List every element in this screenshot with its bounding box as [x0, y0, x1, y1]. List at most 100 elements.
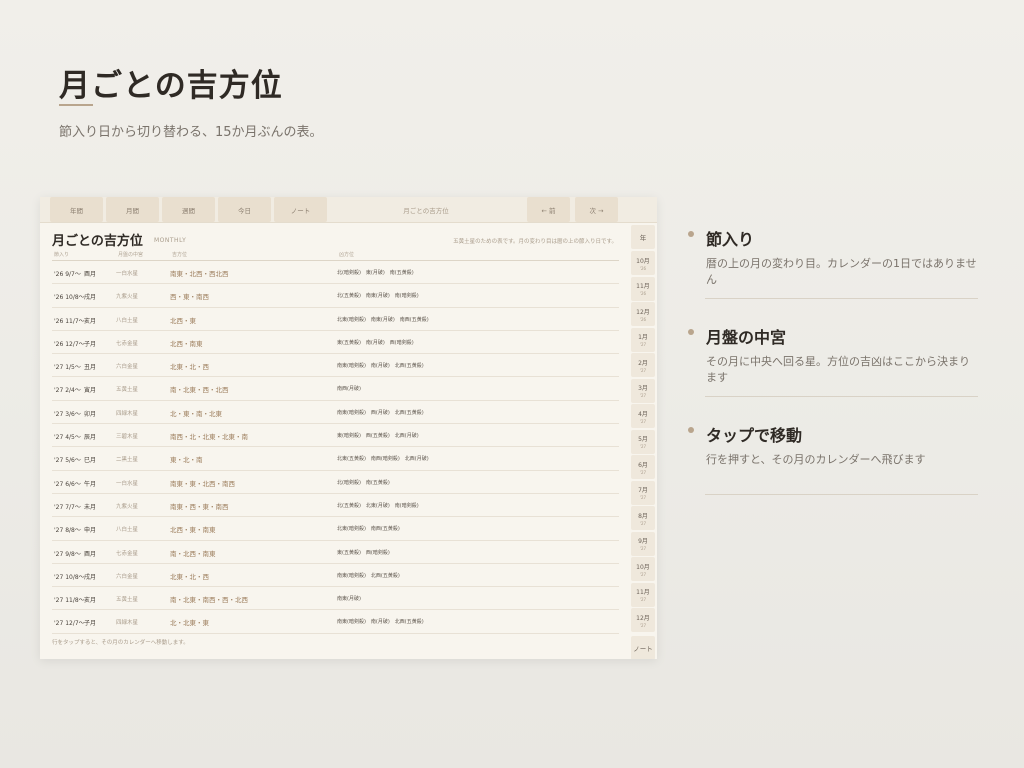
- rail-tab-year: '27: [639, 546, 647, 551]
- info-divider: [705, 494, 978, 495]
- table-row[interactable]: '27 11/8〜 五黄土星 南・北東・南西・西・北西 南東(月破) 亥月: [52, 587, 619, 611]
- info-divider: [705, 396, 978, 397]
- row-star: 七赤金星: [116, 340, 139, 347]
- info-body: 行を押すと、その月のカレンダーへ飛びます: [706, 453, 926, 466]
- rail-tab-year: '27: [639, 571, 647, 577]
- table-row[interactable]: '27 12/7〜 四緑木星 北・北東・東 南東(暗剣殺) 南(月破) 北西(五黄殺)…: [52, 610, 619, 634]
- rail-tab-month[interactable]: 2月 '27: [631, 353, 655, 377]
- row-date: '27 8/8〜: [54, 527, 81, 535]
- row-star: 七赤金星: [116, 550, 139, 557]
- app-window: 年間 月間 週間 今日 ノート 月ごとの吉方位 ← 前 次 → 月ごとの吉方位 …: [40, 197, 657, 659]
- table-row[interactable]: '27 10/8〜 六白金星 北東・北・西 南東(暗剣殺) 北西(五黄殺) 戌月: [52, 564, 619, 588]
- rail-tab-year: '27: [639, 418, 647, 424]
- row-date: '26 11/7〜: [54, 317, 85, 325]
- rail-tab-year: '27: [639, 342, 647, 347]
- row-bad-directions: 北(五黄殺) 北東(月破) 南(暗剣殺): [337, 502, 419, 509]
- rail-tab-month[interactable]: 10月 '26: [631, 251, 655, 275]
- row-bad-directions: 北(五黄殺) 南東(月破) 南(暗剣殺): [337, 293, 419, 300]
- rail-tab-label: 5月: [638, 436, 648, 443]
- rail-tab-year: '27: [639, 597, 647, 602]
- table-row[interactable]: '27 2/4〜 五黄土星 南・北東・西・北西 南西(月破) 寅月: [52, 377, 619, 401]
- rail-tab-year: '27: [639, 520, 647, 526]
- rail-tab-month[interactable]: 12月 '26: [631, 302, 655, 326]
- rail-tab-year-view[interactable]: 年: [631, 225, 655, 249]
- rail-tab-month[interactable]: 11月 '27: [631, 582, 655, 607]
- rail-tab-year: '26: [639, 291, 647, 296]
- row-star: 六白金星: [116, 364, 139, 371]
- rail-tab-month[interactable]: 8月 '27: [631, 506, 655, 530]
- prev-button[interactable]: ← 前: [527, 197, 570, 222]
- row-bad-directions: 北(暗剣殺) 南(五黄殺): [337, 479, 390, 486]
- table-row[interactable]: '27 5/6〜 二黒土星 東・北・南 北東(五黄殺) 南西(暗剣殺) 北西(月破) 巳…: [52, 447, 619, 471]
- rail-tab-month[interactable]: 3月 '27: [631, 378, 655, 403]
- bullet-dot-icon: [688, 231, 694, 237]
- row-date: '27 9/8〜: [54, 550, 81, 558]
- info-item: 月盤の中宮 その月に中央へ回る星。方位の吉凶はここから決まります: [688, 324, 978, 386]
- tab-today[interactable]: 今日: [218, 197, 271, 222]
- row-star: 四緑木星: [116, 410, 139, 417]
- info-title-text: 月盤の中宮: [706, 328, 787, 347]
- table-row[interactable]: '27 6/6〜 一白水星 南東・東・北西・南西 北(暗剣殺) 南(五黄殺) 午月: [52, 471, 619, 494]
- table-row[interactable]: '26 10/8〜 九紫火星 西・東・南西 北(五黄殺) 南東(月破) 南(暗剣殺) 戌…: [52, 284, 619, 308]
- rail-tab-month[interactable]: 12月 '27: [631, 608, 655, 632]
- tab-note[interactable]: ノート: [274, 197, 327, 222]
- rail-tab-year: '27: [639, 444, 647, 449]
- info-title: 月盤の中宮: [688, 324, 978, 348]
- table-row[interactable]: '27 9/8〜 七赤金星 南・北西・南東 東(五黄殺) 西(暗剣殺) 酉月: [52, 541, 619, 564]
- table-row[interactable]: '27 4/5〜 三碧木星 南西・北・北東・北東・南 東(暗剣殺) 西(五黄殺) 北西…: [52, 424, 619, 448]
- row-star: 五黄土星: [116, 597, 139, 604]
- row-star: 五黄土星: [116, 387, 139, 394]
- row-date: '27 7/7〜: [54, 503, 81, 511]
- table-header: 節入り 月盤の中宮 吉方位 凶方位: [52, 251, 619, 261]
- rail-tab-year: '27: [639, 367, 647, 373]
- rail-tab-label: 11月: [636, 283, 650, 290]
- row-date: '27 10/8〜: [54, 573, 85, 581]
- tab-monthly[interactable]: 月間: [106, 197, 159, 222]
- row-good-directions: 北・東・南・北東: [170, 409, 222, 418]
- row-bad-directions: 東(五黄殺) 南(月破) 西(暗剣殺): [337, 339, 414, 346]
- row-date: '26 10/8〜: [54, 294, 85, 302]
- row-branch: 子月: [84, 620, 97, 628]
- table-row[interactable]: '27 1/5〜 六白金星 北東・北・西 南東(暗剣殺) 南(月破) 北西(五黄殺) 丑…: [52, 354, 619, 378]
- rail-tab-year: '26: [639, 265, 647, 271]
- rail-tab-month[interactable]: 6月 '27: [631, 455, 655, 479]
- info-item: 節入り 暦の上の月の変わり目。カレンダーの1日ではありません: [688, 226, 978, 288]
- toolbar: 年間 月間 週間 今日 ノート 月ごとの吉方位 ← 前 次 →: [40, 197, 657, 223]
- rail-tab-label: 10月: [636, 257, 650, 265]
- tab-yearly[interactable]: 年間: [50, 197, 103, 222]
- rail-tab-month[interactable]: 7月 '27: [631, 480, 655, 505]
- rail-tab-month[interactable]: 1月 '27: [631, 327, 655, 352]
- rail-tab-month[interactable]: 4月 '27: [631, 404, 655, 428]
- rail-tab-label: 3月: [638, 385, 648, 392]
- table-row[interactable]: '26 9/7〜 一白水星 南東・北西・西北西 北(暗剣殺) 東(月破) 南(五黄殺)…: [52, 261, 619, 285]
- row-branch: 未月: [84, 503, 97, 511]
- info-divider: [705, 298, 978, 299]
- rail-tab-label: 9月: [638, 538, 648, 545]
- table-row[interactable]: '26 11/7〜 八白土星 北西・東 北東(暗剣殺) 南東(月破) 南西(五黄殺) 亥…: [52, 308, 619, 331]
- table-row[interactable]: '27 8/8〜 八白土星 北西・東・南東 北東(暗剣殺) 南西(五黄殺) 申月: [52, 517, 619, 541]
- rail-tab-label: 4月: [638, 410, 648, 418]
- rail-tab-month[interactable]: 5月 '27: [631, 429, 655, 454]
- row-branch: 申月: [84, 527, 97, 535]
- table-row[interactable]: '27 7/7〜 九紫火星 南東・西・東・南西 北(五黄殺) 北東(月破) 南(暗剣殺…: [52, 494, 619, 518]
- header-good: 吉方位: [172, 252, 188, 258]
- next-button[interactable]: 次 →: [575, 197, 618, 222]
- row-branch: 巳月: [84, 457, 97, 465]
- row-bad-directions: 北(暗剣殺) 東(月破) 南(五黄殺): [337, 270, 414, 276]
- row-star: 一白水星: [116, 480, 139, 487]
- row-branch: 戌月: [84, 573, 97, 581]
- rail-tab-year: '27: [639, 469, 647, 475]
- row-star: 二黒土星: [116, 457, 139, 464]
- row-star: 八白土星: [116, 527, 139, 534]
- tab-weekly[interactable]: 週間: [162, 197, 215, 222]
- row-star: 四緑木星: [116, 620, 139, 627]
- rail-tab-label: 10月: [636, 563, 650, 571]
- rail-tab-note[interactable]: ノート: [631, 635, 655, 659]
- row-date: '27 3/6〜: [54, 410, 81, 418]
- rail-tab-month[interactable]: 9月 '27: [631, 531, 655, 556]
- table-row[interactable]: '26 12/7〜 七赤金星 北西・南東 東(五黄殺) 南(月破) 西(暗剣殺) 子月: [52, 331, 619, 355]
- rail-tab-month[interactable]: 10月 '27: [631, 557, 655, 581]
- rail-tab-month[interactable]: 11月 '26: [631, 276, 655, 301]
- table-row[interactable]: '27 3/6〜 四緑木星 北・東・南・北東 南東(暗剣殺) 西(月破) 北西(五黄殺…: [52, 401, 619, 425]
- row-bad-directions: 北東(暗剣殺) 南西(五黄殺): [337, 526, 400, 533]
